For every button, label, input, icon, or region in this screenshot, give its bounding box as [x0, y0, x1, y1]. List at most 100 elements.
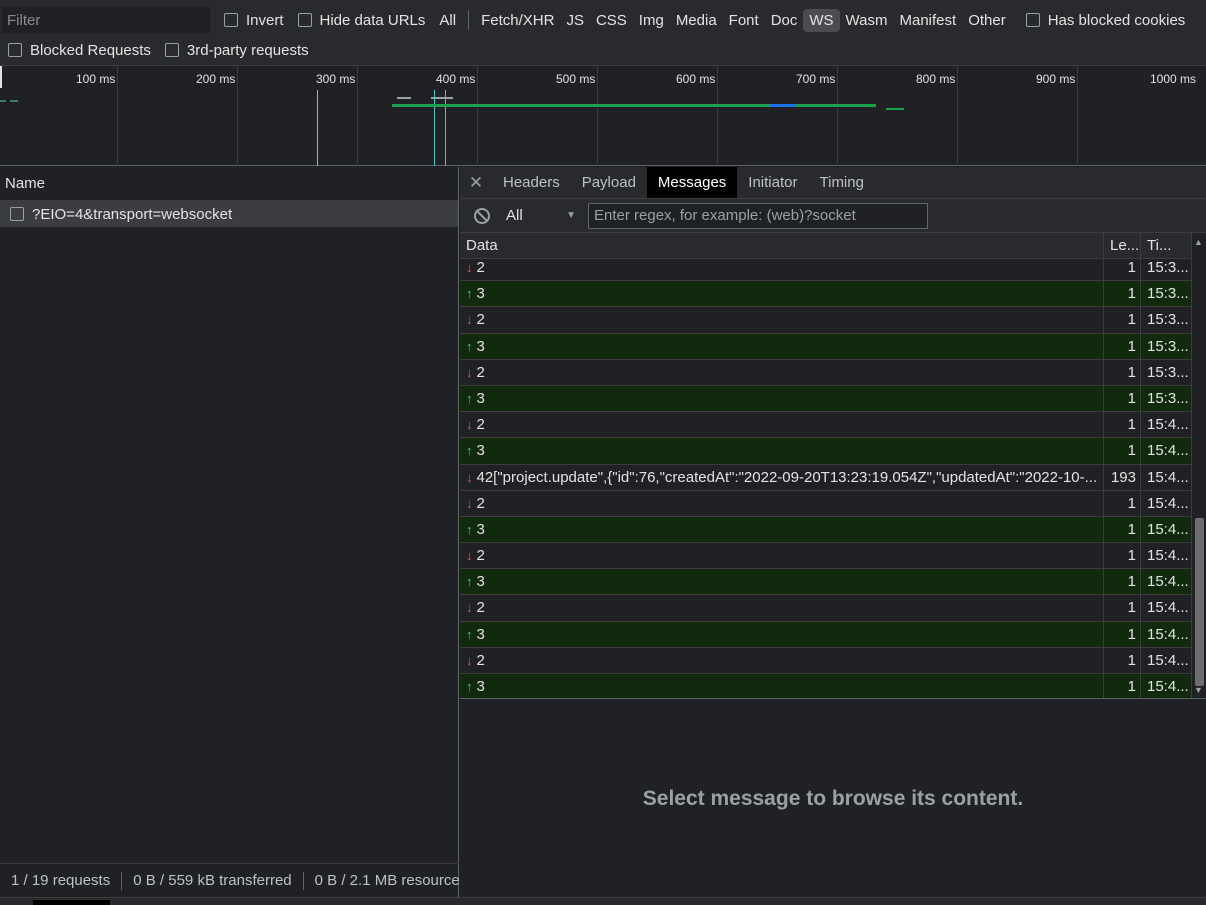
- message-row[interactable]: ↑ 3 1 15:3...: [460, 385, 1191, 413]
- message-data-cell[interactable]: ↓ 2: [460, 307, 1104, 333]
- type-filter-media[interactable]: Media: [670, 9, 723, 32]
- message-regex-input[interactable]: [588, 202, 928, 229]
- request-name[interactable]: ?EIO=4&transport=websocket: [32, 206, 232, 223]
- third-party-label: 3rd-party requests: [186, 41, 309, 59]
- timeline-overview[interactable]: 100 ms 200 ms 300 ms 400 ms 500 ms 600 m…: [0, 66, 1206, 166]
- message-length: 1: [1104, 412, 1141, 438]
- scroll-up-icon[interactable]: ▲: [1194, 237, 1203, 247]
- message-length: 1: [1104, 516, 1141, 543]
- blocked-requests-checkbox[interactable]: Blocked Requests: [8, 42, 151, 59]
- scrollbar-thumb[interactable]: [1195, 518, 1204, 686]
- message-data-cell[interactable]: ↑ 3: [460, 385, 1104, 412]
- messages-scrollbar[interactable]: ▲ ▼: [1191, 233, 1206, 698]
- message-data: 3: [476, 337, 485, 355]
- third-party-checkbox[interactable]: 3rd-party requests: [164, 41, 309, 59]
- type-filter-css[interactable]: CSS: [590, 9, 633, 32]
- message-data-cell[interactable]: ↑ 3: [460, 281, 1104, 307]
- message-length: 1: [1104, 569, 1141, 595]
- has-blocked-cookies-box[interactable]: [1025, 13, 1040, 27]
- invert-checkbox[interactable]: Invert: [224, 12, 284, 29]
- type-filter-manifest[interactable]: Manifest: [894, 9, 963, 32]
- message-data-cell[interactable]: ↑ 3: [460, 438, 1104, 464]
- messages-header: Data Le... Ti...: [460, 233, 1191, 259]
- message-data-cell[interactable]: ↓ 2: [460, 359, 1104, 385]
- type-filter-fetch-xhr[interactable]: Fetch/XHR: [475, 9, 560, 32]
- tab-headers[interactable]: Headers: [492, 167, 571, 198]
- tab-messages[interactable]: Messages: [646, 167, 738, 198]
- message-length: 1: [1104, 385, 1141, 412]
- message-row[interactable]: ↓ 2 1 15:4...: [460, 412, 1191, 439]
- detail-tabs: ✕ Headers Payload Messages Initiator Tim…: [460, 167, 1206, 199]
- column-header-length[interactable]: Le...: [1104, 233, 1141, 259]
- message-data-cell[interactable]: ↓ 2: [460, 543, 1104, 569]
- type-filter-other[interactable]: Other: [962, 9, 1012, 32]
- column-header-time[interactable]: Ti...: [1141, 233, 1191, 259]
- blocked-requests-box[interactable]: [8, 43, 22, 57]
- message-row[interactable]: ↑ 3 1 15:3...: [460, 281, 1191, 308]
- hide-data-urls-checkbox[interactable]: Hide data URLs: [297, 12, 425, 29]
- column-header-data[interactable]: Data: [460, 233, 1104, 259]
- scroll-down-icon[interactable]: ▼: [1194, 685, 1203, 695]
- message-row[interactable]: ↑ 3 1 15:4...: [460, 569, 1191, 596]
- has-blocked-cookies-checkbox[interactable]: Has blocked cookies: [1025, 12, 1185, 29]
- message-row[interactable]: ↓ 2 1 15:4...: [460, 595, 1191, 622]
- message-length: 1: [1104, 359, 1141, 385]
- message-data-cell[interactable]: ↑ 3: [460, 621, 1104, 647]
- message-length: 1: [1104, 490, 1141, 516]
- type-filter-doc[interactable]: Doc: [765, 9, 804, 32]
- message-data: 42["project.update",{"id":76,"createdAt"…: [476, 468, 1098, 486]
- request-row[interactable]: ?EIO=4&transport=websocket: [0, 201, 458, 227]
- message-row[interactable]: ↓ 42["project.update",{"id":76,"createdAt…: [460, 464, 1191, 491]
- tab-payload[interactable]: Payload: [571, 167, 647, 198]
- arrow-up-icon: ↑: [466, 338, 473, 354]
- network-toolbar: Invert Hide data URLs All Fetch/XHR JS C…: [0, 0, 1206, 66]
- type-filter-js[interactable]: JS: [560, 9, 590, 32]
- message-data: 2: [476, 311, 485, 329]
- message-time: 15:4...: [1147, 547, 1189, 565]
- message-data-cell[interactable]: ↑ 3: [460, 333, 1104, 359]
- message-row[interactable]: ↑ 3 1 15:4...: [460, 621, 1191, 648]
- arrow-up-icon: ↑: [466, 286, 473, 302]
- message-row[interactable]: ↑ 3 1 15:4...: [460, 516, 1191, 544]
- request-checkbox[interactable]: [10, 207, 24, 221]
- message-data-cell[interactable]: ↓ 2: [460, 490, 1104, 516]
- message-data-cell[interactable]: ↑ 3: [460, 516, 1104, 543]
- hide-data-urls-box[interactable]: [297, 13, 312, 27]
- message-data-cell[interactable]: ↓ 2: [460, 412, 1104, 438]
- message-time: 15:4...: [1147, 625, 1189, 643]
- message-row[interactable]: ↓ 2 1 15:3...: [460, 359, 1191, 386]
- message-row[interactable]: ↑ 3 1 15:3...: [460, 333, 1191, 360]
- timeline-load-marker: [317, 90, 318, 166]
- message-data-cell[interactable]: ↑ 3: [460, 569, 1104, 595]
- tab-initiator[interactable]: Initiator: [737, 167, 808, 198]
- type-filter-wasm[interactable]: Wasm: [840, 9, 894, 32]
- invert-checkbox-box[interactable]: [224, 13, 238, 27]
- arrow-down-icon: ↓: [466, 548, 473, 564]
- message-row[interactable]: ↓ 2 1 15:4...: [460, 490, 1191, 517]
- arrow-down-icon: ↓: [466, 260, 473, 275]
- message-row[interactable]: ↓ 2 1 15:4...: [460, 647, 1191, 674]
- message-type-select[interactable]: All ▼: [506, 207, 576, 224]
- tab-timing[interactable]: Timing: [809, 167, 875, 198]
- filter-input[interactable]: [2, 7, 210, 33]
- message-data-cell[interactable]: ↓ 42["project.update",{"id":76,"createdAt…: [460, 464, 1104, 490]
- third-party-box[interactable]: [164, 43, 179, 57]
- message-data: 3: [476, 573, 485, 591]
- message-data-cell[interactable]: ↓ 2: [460, 595, 1104, 621]
- type-filter-font[interactable]: Font: [723, 9, 765, 32]
- message-row[interactable]: ↑ 3 1 15:4...: [460, 438, 1191, 465]
- name-column-header[interactable]: Name: [0, 167, 458, 201]
- clear-messages-icon[interactable]: [474, 207, 490, 224]
- type-filter-img[interactable]: Img: [633, 9, 670, 32]
- message-row[interactable]: ↑ 3 1 15:4...: [460, 674, 1191, 698]
- message-data-cell[interactable]: ↓ 2: [460, 647, 1104, 673]
- message-data: 3: [476, 285, 485, 303]
- message-row[interactable]: ↓ 2 1 15:4...: [460, 543, 1191, 570]
- arrow-up-icon: ↑: [466, 521, 473, 537]
- message-row[interactable]: ↓ 2 1 15:3...: [460, 307, 1191, 334]
- message-data-cell[interactable]: ↑ 3: [460, 674, 1104, 698]
- close-icon[interactable]: ✕: [460, 167, 492, 198]
- type-filter-ws[interactable]: WS: [803, 8, 840, 32]
- type-filter-all[interactable]: All: [433, 9, 462, 32]
- arrow-down-icon: ↓: [466, 600, 473, 616]
